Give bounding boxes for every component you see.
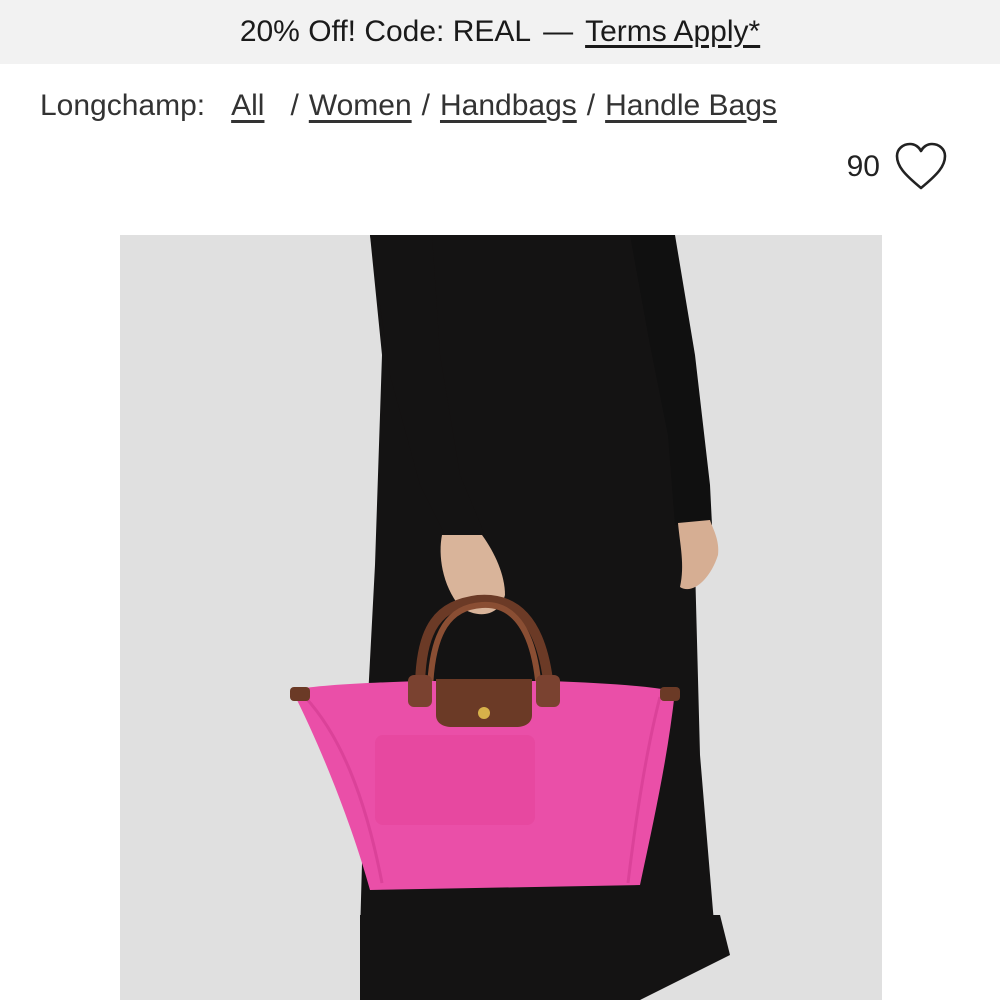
breadcrumb-brand: Longchamp: — [40, 89, 206, 122]
breadcrumb-separator: / — [290, 89, 299, 122]
product-image[interactable] — [120, 235, 882, 1000]
favorites-count: 90 — [846, 150, 880, 183]
favorite-button[interactable] — [894, 142, 948, 192]
breadcrumb-link-handle-bags[interactable]: Handle Bags — [605, 89, 777, 123]
favorites-widget: 90 — [847, 140, 948, 194]
breadcrumb-separator: / — [586, 89, 596, 122]
bag-flap-shape — [436, 679, 532, 727]
breadcrumb: Longchamp: All / Women / Handbags / Hand… — [40, 84, 777, 128]
product-photo-illustration — [120, 235, 882, 1000]
breadcrumb-link-handbags[interactable]: Handbags — [440, 89, 577, 123]
promo-separator: — — [543, 15, 574, 48]
breadcrumb-link-women[interactable]: Women — [309, 89, 412, 123]
promo-text: 20% Off! Code: REAL — [239, 15, 532, 48]
heart-outline-icon — [895, 142, 947, 190]
breadcrumb-separator: / — [421, 89, 430, 122]
bag-snap-button — [478, 707, 490, 719]
terms-apply-link[interactable]: Terms Apply* — [585, 15, 760, 49]
promo-banner: 20% Off! Code: REAL — Terms Apply* — [0, 0, 1000, 64]
breadcrumb-link-all[interactable]: All — [231, 89, 264, 123]
